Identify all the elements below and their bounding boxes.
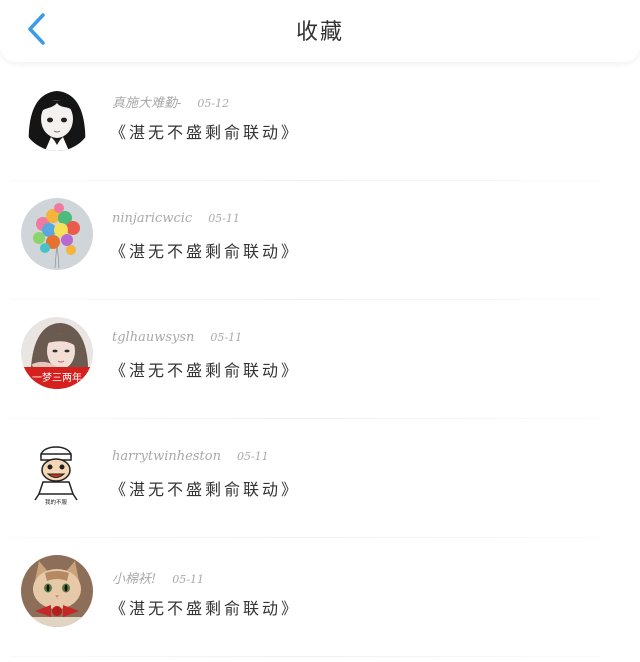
item-meta: ninjaricwcic 05-11 [112,211,240,226]
item-meta: tglhauwsysn 05-11 [112,330,242,345]
favorite-item[interactable]: ninjaricwcic 05-11 《湛无不盛剩俞联动》 [0,181,640,300]
avatar-banner-text: 一梦三两年 [32,371,82,384]
avatar[interactable] [21,79,93,151]
post-date: 05-11 [172,573,204,586]
post-title[interactable]: 《湛无不盛剩俞联动》 [110,595,300,619]
favorite-item[interactable]: 真施大难勤- 05-12 《湛无不盛剩俞联动》 [0,62,640,181]
favorite-item[interactable]: 我的不服 harrytwinheston 05-11 《湛无不盛剩俞联动》 [0,419,640,538]
post-title[interactable]: 《湛无不盛剩俞联动》 [110,476,300,500]
item-meta: 小棉袄! 05-11 [112,568,204,587]
post-date: 05-12 [197,97,230,110]
post-title[interactable]: 《湛无不盛剩俞联动》 [110,357,300,381]
username[interactable]: ninjaricwcic [112,211,192,226]
favorite-item[interactable]: 小棉袄! 05-11 《湛无不盛剩俞联动》 [0,538,640,657]
post-date: 05-11 [210,331,243,344]
avatar-woman-portrait-image: 一梦三两年 [21,317,93,389]
avatar-cartoon-chef-image: 我的不服 [21,436,93,508]
favorite-item[interactable]: 一梦三两年 tglhauwsysn 05-11 《湛无不盛剩俞联动》 [0,300,640,419]
username[interactable]: 真施大难勤- [112,96,181,111]
avatar[interactable]: 我的不服 [21,436,93,508]
page-title: 收藏 [295,20,344,45]
favorites-list: 真施大难勤- 05-12 《湛无不盛剩俞联动》 ninjaricwcic 05-… [0,62,640,657]
avatar-kitten-image [21,555,93,627]
avatar-balloons-image [21,198,93,270]
post-date: 05-11 [236,450,269,463]
item-meta: 真施大难勤- 05-12 [112,92,229,111]
post-date: 05-11 [208,212,240,225]
post-title[interactable]: 《湛无不盛剩俞联动》 [110,238,300,262]
avatar[interactable]: 一梦三两年 [21,317,93,389]
username[interactable]: tglhauwsysn [112,330,194,345]
avatar-anime-girl-image [21,79,93,151]
username[interactable]: 小棉袄! [112,572,156,587]
item-meta: harrytwinheston 05-11 [112,449,269,464]
header-bar: 收藏 [0,0,640,62]
avatar[interactable] [21,555,93,627]
avatar[interactable] [21,198,93,270]
favorites-page: 收藏 真施大难勤- 05-12 《湛无不盛剩俞联动》 ninjaricwcic … [0,0,640,662]
username[interactable]: harrytwinheston [112,449,221,464]
post-title[interactable]: 《湛无不盛剩俞联动》 [110,119,300,143]
avatar-caption-text: 我的不服 [45,498,68,506]
